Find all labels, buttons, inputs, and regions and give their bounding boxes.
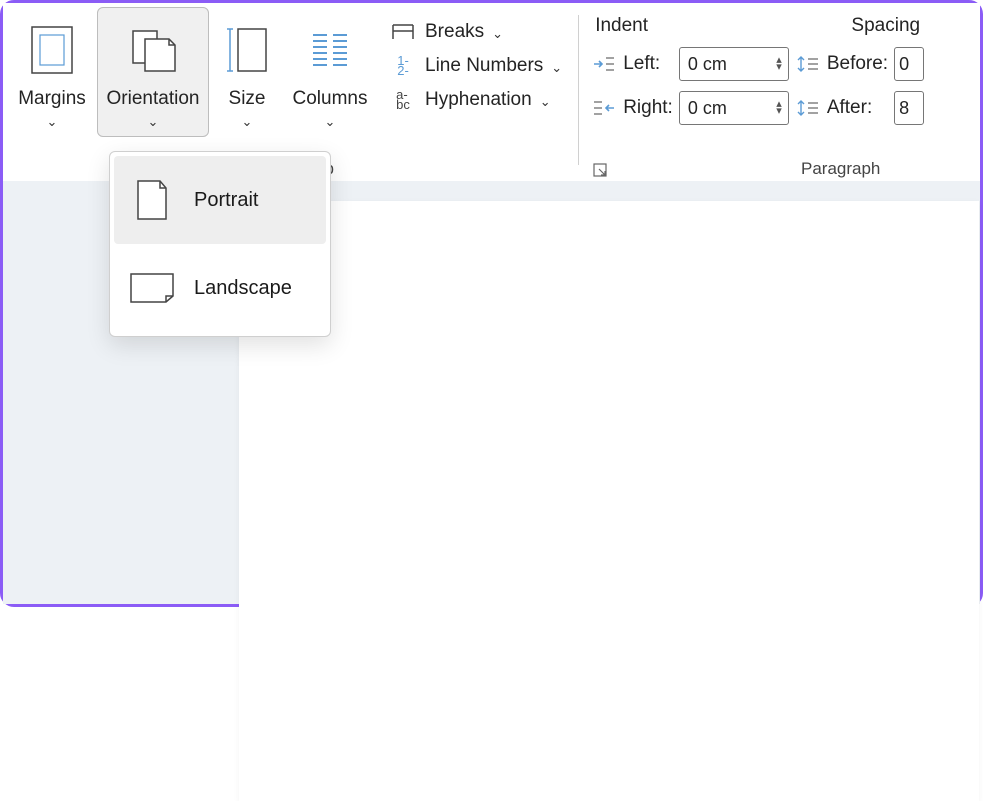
separator [578,15,579,165]
indent-header: Indent [595,15,648,37]
columns-icon [309,20,351,80]
spacing-after-value: 8 [899,98,909,119]
right-label: Right: [623,97,673,119]
spacing-before-input[interactable]: 0 [894,47,924,81]
spinner-arrows[interactable]: ▴▾ [776,57,784,71]
page-setup-small-stack: Breaks ⌄ 1-2- Line Numbers ⌄ a-bc Hyphen… [383,7,568,113]
line-numbers-label: Line Numbers [425,55,543,77]
chevron-down-icon: ⌄ [551,60,562,76]
after-label: After: [827,97,888,119]
margins-button[interactable]: Margins ⌄ [11,7,93,137]
indent-right-icon [591,98,617,118]
chevron-down-icon: ⌄ [242,114,253,130]
spacing-after-icon [795,98,821,118]
paragraph-group-label: Paragraph [801,159,880,179]
spinner-arrows[interactable]: ▴▾ [776,101,784,115]
orientation-button[interactable]: Orientation ⌄ [97,7,209,137]
line-numbers-icon: 1-2- [389,56,417,76]
indent-left-input[interactable]: 0 cm ▴▾ [679,47,789,81]
spacing-after-input[interactable]: 8 [894,91,924,125]
document-page[interactable] [239,201,979,801]
page-setup-dialog-launcher[interactable] [593,163,609,179]
chevron-down-icon: ⌄ [540,94,551,110]
paragraph-group: Indent Spacing Left: 0 cm ▴▾ Before: 0 R… [591,7,924,125]
landscape-icon [128,266,176,310]
line-numbers-button[interactable]: 1-2- Line Numbers ⌄ [383,53,568,79]
orientation-landscape-item[interactable]: Landscape [114,244,326,332]
indent-left-value: 0 cm [688,54,727,75]
breaks-label: Breaks [425,21,484,43]
hyphenation-button[interactable]: a-bc Hyphenation ⌄ [383,87,568,113]
size-icon [222,20,272,80]
columns-label: Columns [293,88,368,110]
spacing-before-icon [795,54,821,74]
indent-right-input[interactable]: 0 cm ▴▾ [679,91,789,125]
left-label: Left: [623,53,673,75]
landscape-label: Landscape [194,277,292,300]
columns-button[interactable]: Columns ⌄ [285,7,375,137]
orientation-menu: Portrait Landscape [109,151,331,337]
orientation-icon [127,20,179,80]
spacing-before-value: 0 [899,54,909,75]
breaks-icon [389,21,417,43]
portrait-label: Portrait [194,189,258,212]
spacing-header: Spacing [851,15,920,37]
chevron-down-icon: ⌄ [148,114,159,130]
chevron-down-icon: ⌄ [47,114,58,130]
hyphenation-icon: a-bc [389,90,417,110]
size-button[interactable]: Size ⌄ [213,7,281,137]
portrait-icon [128,178,176,222]
chevron-down-icon: ⌄ [492,26,503,42]
breaks-button[interactable]: Breaks ⌄ [383,19,568,45]
hyphenation-label: Hyphenation [425,89,532,111]
orientation-label: Orientation [107,88,200,110]
indent-right-value: 0 cm [688,98,727,119]
size-label: Size [229,88,266,110]
indent-left-icon [591,54,617,74]
orientation-portrait-item[interactable]: Portrait [114,156,326,244]
margins-label: Margins [18,88,86,110]
chevron-down-icon: ⌄ [325,114,336,130]
margins-icon [30,20,74,80]
before-label: Before: [827,53,888,75]
